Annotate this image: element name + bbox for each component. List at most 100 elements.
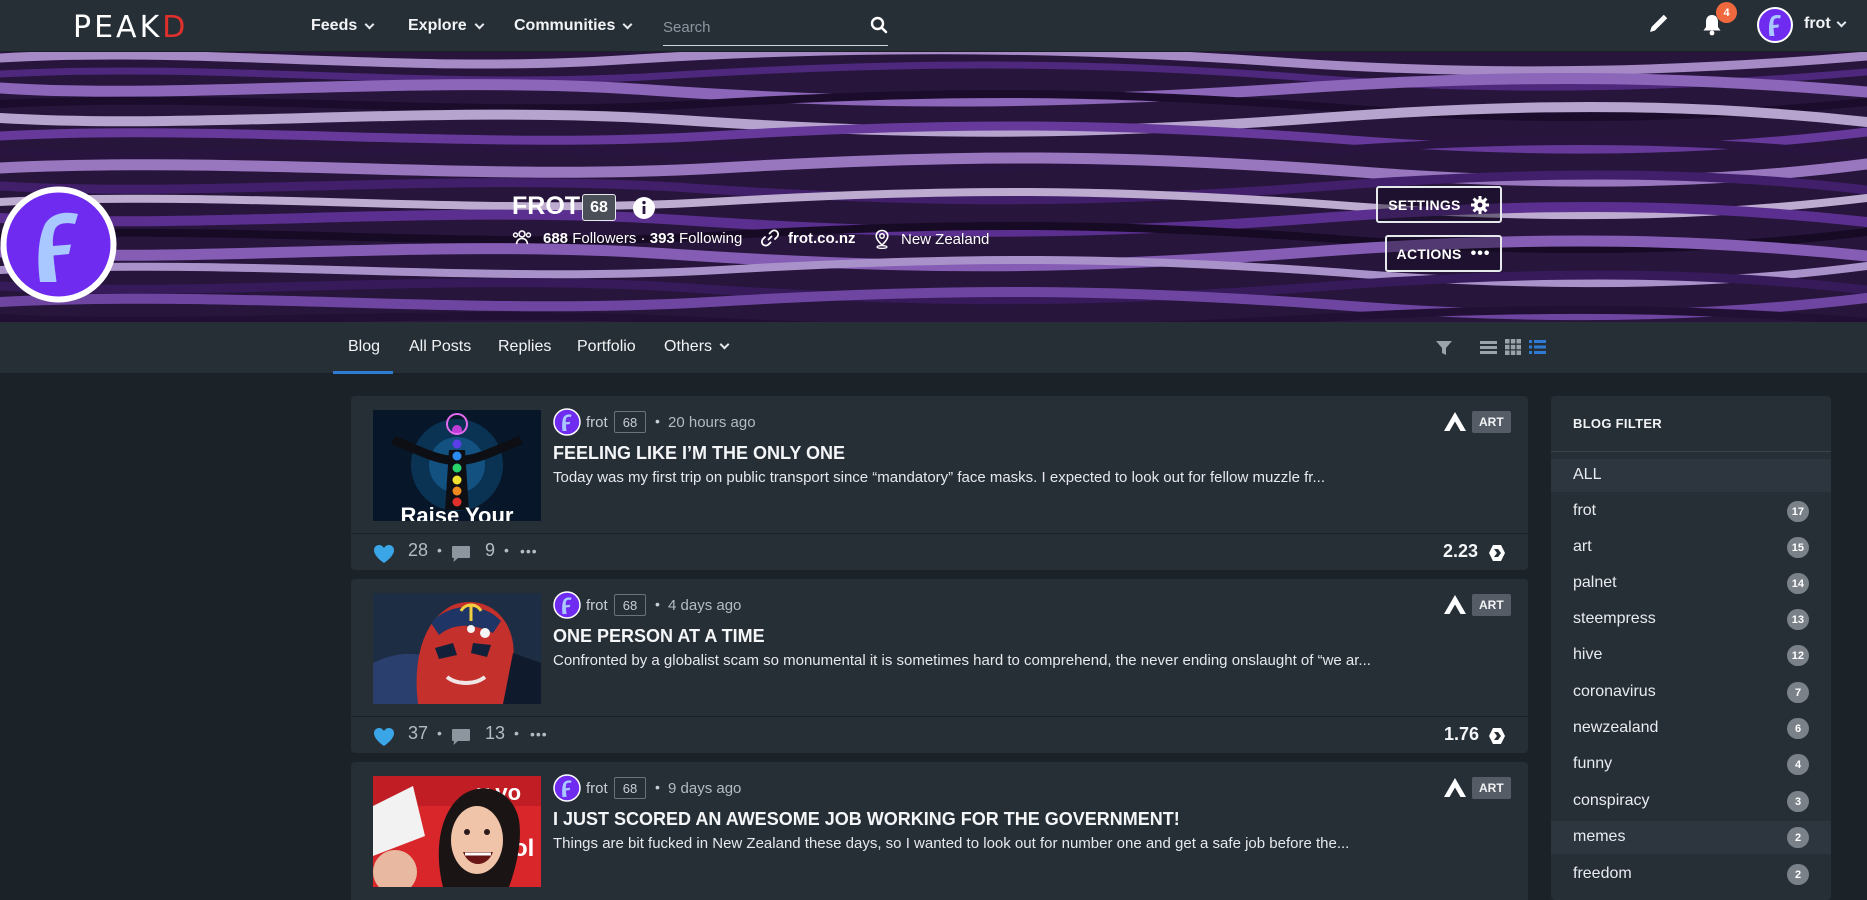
filter-item-hive[interactable]: hive 12 (1551, 639, 1831, 672)
filter-item-palnet[interactable]: palnet 14 (1551, 567, 1831, 600)
post-excerpt[interactable]: Confronted by a globalist scam so monume… (553, 652, 1371, 669)
comment-icon[interactable] (451, 728, 471, 746)
post-title[interactable]: FEELING LIKE I’M THE ONLY ONE (553, 443, 845, 464)
comment-count[interactable]: 9 (485, 540, 495, 561)
like-count[interactable]: 28 (408, 540, 428, 561)
heart-icon[interactable] (373, 727, 395, 747)
filter-item-steempress[interactable]: steempress 13 (1551, 603, 1831, 636)
chevron-down-icon (364, 19, 375, 29)
settings-label: SETTINGS (1388, 196, 1461, 213)
author-avatar[interactable] (553, 591, 581, 619)
grid-view-icon[interactable] (1505, 339, 1521, 355)
nav-explore[interactable]: Explore (408, 0, 485, 52)
heart-icon[interactable] (373, 544, 395, 564)
username[interactable]: frot (1804, 15, 1831, 33)
filter-label: newzealand (1573, 719, 1659, 736)
pencil-icon[interactable] (1647, 13, 1669, 35)
top-navbar: PEAKD Feeds Explore Communities 4 frot (0, 0, 1867, 52)
community-tag[interactable]: ART (1472, 777, 1511, 799)
filter-item-memes[interactable]: memes 2 (1551, 821, 1831, 854)
blog-filter-panel: BLOG FILTER ALL frot 17 art 15 palnet 14 st… (1551, 396, 1831, 900)
post-title[interactable]: ONE PERSON AT A TIME (553, 626, 765, 647)
post-author[interactable]: frot (586, 780, 608, 797)
tab-all-posts[interactable]: All Posts (409, 338, 471, 356)
post-title[interactable]: I JUST SCORED AN AWESOME JOB WORKING FOR… (553, 809, 1180, 830)
location-pin-icon (875, 229, 889, 249)
filter-item-newzealand[interactable]: newzealand 6 (1551, 712, 1831, 745)
filter-item-freedom[interactable]: freedom 2 (1551, 858, 1831, 891)
separator-dot: • (504, 542, 509, 558)
post-thumbnail[interactable]: y vo ol (373, 776, 541, 887)
filter-label: ALL (1573, 466, 1602, 483)
info-icon[interactable] (632, 196, 656, 220)
post-thumbnail[interactable] (373, 593, 541, 704)
compact-view-icon[interactable] (1529, 339, 1546, 355)
profile-name: FROT (512, 192, 581, 220)
post-image: Raise Your (373, 410, 541, 521)
tab-replies[interactable]: Replies (498, 338, 551, 356)
filter-item-conspiracy[interactable]: conspiracy 3 (1551, 785, 1831, 818)
list-view-icon[interactable] (1480, 339, 1497, 355)
filter-count: 4 (1787, 754, 1809, 775)
like-count[interactable]: 37 (408, 723, 428, 744)
post-time[interactable]: 20 hours ago (668, 414, 756, 431)
post-author[interactable]: frot (586, 597, 608, 614)
more-dots-icon[interactable]: ••• (520, 543, 538, 559)
search-icon[interactable] (870, 16, 888, 34)
filter-item-frot[interactable]: frot 17 (1551, 495, 1831, 528)
community-tag[interactable]: ART (1472, 411, 1511, 433)
separator-dot: • (437, 542, 442, 558)
followers-label: Followers (572, 229, 637, 247)
community-logo-icon[interactable] (1443, 777, 1467, 799)
post-author[interactable]: frot (586, 414, 608, 431)
filter-label: coronavirus (1573, 683, 1656, 700)
payout-value[interactable]: 2.23 (1443, 541, 1478, 562)
author-avatar[interactable] (553, 408, 581, 436)
post-thumbnail[interactable]: Raise Your (373, 410, 541, 521)
post-card[interactable]: frot 68 • 4 days ago ART ONE PERSON AT A… (351, 579, 1528, 753)
search-input[interactable] (663, 10, 853, 44)
nav-feeds[interactable]: Feeds (311, 0, 375, 52)
post-card[interactable]: Raise Your frot 68 • 20 hours ago ART FE… (351, 396, 1528, 570)
filter-label: steempress (1573, 610, 1656, 627)
settings-button[interactable]: SETTINGS (1376, 186, 1502, 223)
post-time[interactable]: 9 days ago (668, 780, 741, 797)
comment-count[interactable]: 13 (485, 723, 505, 744)
payout-value[interactable]: 1.76 (1444, 724, 1479, 745)
post-excerpt[interactable]: Things are bit fucked in New Zealand the… (553, 835, 1349, 852)
filter-count: 7 (1787, 682, 1809, 703)
filter-item-art[interactable]: art 15 (1551, 531, 1831, 564)
author-reputation: 68 (614, 777, 646, 799)
post-card[interactable]: y vo ol frot 68 • 9 days ago ART I JUST … (351, 762, 1528, 900)
tab-all-posts-label: All Posts (409, 338, 472, 355)
author-avatar[interactable] (553, 774, 581, 802)
tab-others[interactable]: Others (664, 338, 730, 356)
tab-blog[interactable]: Blog (348, 338, 380, 356)
tab-portfolio[interactable]: Portfolio (577, 338, 636, 356)
reputation-badge: 68 (582, 194, 616, 221)
nav-communities[interactable]: Communities (514, 0, 633, 52)
more-dots-icon[interactable]: ••• (530, 726, 548, 742)
community-tag[interactable]: ART (1472, 594, 1511, 616)
post-time[interactable]: 4 days ago (668, 597, 741, 614)
peakd-logo[interactable]: PEAKD (73, 10, 188, 45)
profile-avatar[interactable] (0, 186, 117, 303)
user-avatar[interactable] (1757, 7, 1793, 43)
location: New Zealand (874, 229, 989, 249)
people-icon (512, 230, 532, 245)
filter-item-all[interactable]: ALL (1551, 459, 1831, 492)
community-logo-icon[interactable] (1443, 594, 1467, 616)
link-icon (761, 229, 779, 247)
filter-item-funny[interactable]: funny 4 (1551, 748, 1831, 781)
post-excerpt[interactable]: Today was my first trip on public transp… (553, 469, 1325, 486)
more-dots-icon: ••• (1470, 244, 1491, 262)
gear-icon (1470, 195, 1489, 214)
website-link[interactable]: frot.co.nz (761, 229, 856, 247)
community-logo-icon[interactable] (1443, 411, 1467, 433)
followers-link[interactable]: 688 Followers · 393 Following (512, 229, 742, 247)
comment-icon[interactable] (451, 545, 471, 563)
chevron-down-icon[interactable] (1836, 17, 1847, 28)
actions-button[interactable]: ACTIONS ••• (1385, 235, 1502, 272)
filter-item-coronavirus[interactable]: coronavirus 7 (1551, 676, 1831, 709)
filter-icon[interactable] (1435, 339, 1453, 357)
